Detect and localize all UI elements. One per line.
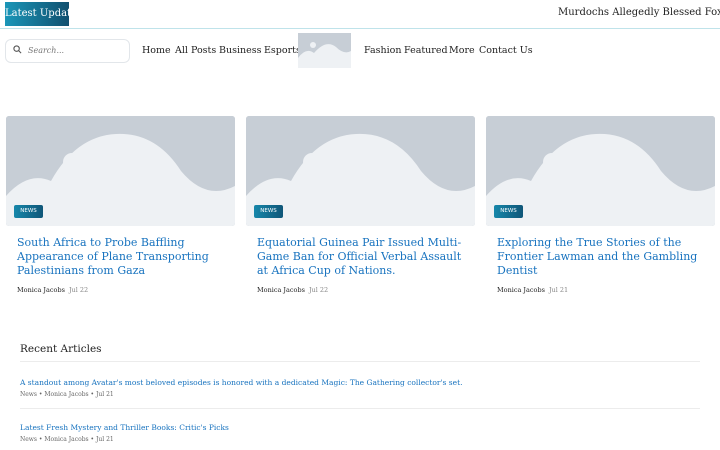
news-ticker[interactable]: Murdochs Allegedly Blessed Fox News :: [558, 7, 720, 18]
article-card[interactable]: NEWS Exploring the True Stories of the F…: [486, 116, 715, 296]
article-author[interactable]: Monica Jacobs: [257, 286, 305, 294]
recent-article-title[interactable]: A standout among Avatar's most beloved e…: [20, 378, 462, 387]
top-bar: Latest Update Murdochs Allegedly Blessed…: [0, 0, 720, 29]
latest-update-badge: Latest Update: [5, 2, 77, 26]
article-date: Jul 21: [548, 286, 569, 294]
category-badge[interactable]: NEWS: [494, 205, 523, 218]
article-meta: Monica Jacobs Jul 22: [17, 286, 88, 294]
search-icon: [13, 45, 22, 54]
article-date: Jul 22: [68, 286, 89, 294]
search-box[interactable]: [5, 39, 130, 63]
nav-business[interactable]: Business: [219, 45, 262, 56]
nav-more[interactable]: More: [449, 45, 475, 56]
divider: [20, 408, 700, 409]
nav-home[interactable]: Home: [142, 45, 171, 56]
divider: [20, 361, 700, 362]
nav-fashion[interactable]: Fashion: [364, 45, 401, 56]
article-author[interactable]: Monica Jacobs: [17, 286, 65, 294]
recent-article-meta: News • Monica Jacobs • Jul 21: [20, 391, 114, 398]
article-meta: Monica Jacobs Jul 22: [257, 286, 328, 294]
article-title[interactable]: Equatorial Guinea Pair Issued Multi-Game…: [257, 236, 469, 278]
category-badge[interactable]: NEWS: [254, 205, 283, 218]
article-date: Jul 22: [308, 286, 329, 294]
nav-all-posts[interactable]: All Posts: [175, 45, 216, 56]
image-placeholder-icon: [298, 33, 351, 68]
article-card[interactable]: NEWS Equatorial Guinea Pair Issued Multi…: [246, 116, 475, 296]
article-title[interactable]: Exploring the True Stories of the Fronti…: [497, 236, 709, 278]
site-logo[interactable]: [298, 33, 351, 68]
search-input[interactable]: [28, 43, 123, 58]
recent-article-title[interactable]: Latest Fresh Mystery and Thriller Books:…: [20, 423, 229, 432]
nav-contact-us[interactable]: Contact Us: [479, 45, 533, 56]
recent-articles-heading: Recent Articles: [20, 343, 102, 355]
article-author[interactable]: Monica Jacobs: [497, 286, 545, 294]
article-card[interactable]: NEWS South Africa to Probe Baffling Appe…: [6, 116, 235, 296]
article-meta: Monica Jacobs Jul 21: [497, 286, 568, 294]
category-badge[interactable]: NEWS: [14, 205, 43, 218]
nav-featured[interactable]: Featured: [404, 45, 448, 56]
recent-article-meta: News • Monica Jacobs • Jul 21: [20, 436, 114, 443]
article-title[interactable]: South Africa to Probe Baffling Appearanc…: [17, 236, 229, 278]
nav-esports[interactable]: Esports: [264, 45, 301, 56]
